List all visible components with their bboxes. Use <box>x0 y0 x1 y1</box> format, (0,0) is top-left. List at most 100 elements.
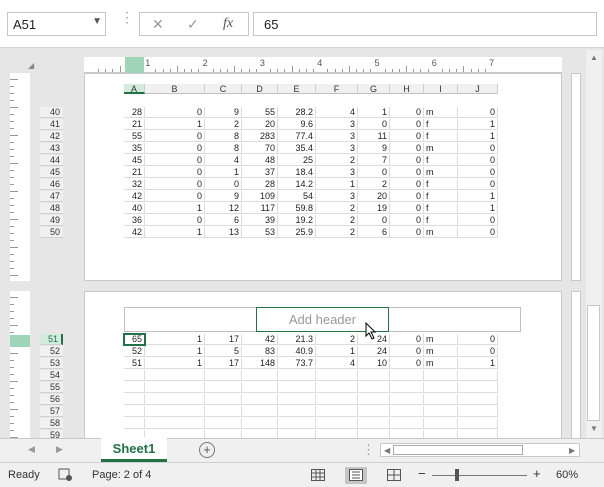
macro-record-icon[interactable] <box>58 467 72 484</box>
row-header[interactable]: 56 <box>40 394 63 405</box>
table-cell[interactable] <box>358 370 390 381</box>
table-cell[interactable] <box>358 394 390 405</box>
table-cell[interactable]: 0 <box>458 143 498 154</box>
table-cell[interactable] <box>390 394 424 405</box>
row-header[interactable]: 43 <box>40 143 63 154</box>
table-cell[interactable]: 0 <box>390 155 424 166</box>
table-cell[interactable]: 35 <box>124 143 145 154</box>
column-header-b[interactable]: B <box>145 84 205 94</box>
row-header[interactable]: 46 <box>40 179 63 190</box>
row-header[interactable]: 58 <box>40 418 63 429</box>
zoom-out-button[interactable]: − <box>418 466 426 481</box>
table-cell[interactable]: 0 <box>145 191 205 202</box>
table-cell[interactable]: 21 <box>124 119 145 130</box>
table-cell[interactable]: 0 <box>458 155 498 166</box>
table-cell[interactable]: 10 <box>358 358 390 369</box>
table-cell[interactable]: 8 <box>205 131 242 142</box>
table-cell[interactable]: 21 <box>124 167 145 178</box>
table-cell[interactable]: 0 <box>390 334 424 345</box>
scroll-up-icon[interactable]: ▲ <box>590 53 598 62</box>
table-cell[interactable] <box>390 382 424 393</box>
table-cell[interactable]: 2 <box>316 155 358 166</box>
table-cell[interactable]: 2 <box>316 334 358 345</box>
table-cell[interactable]: 1 <box>145 358 205 369</box>
cancel-icon[interactable]: ✕ <box>152 16 164 33</box>
table-cell[interactable] <box>278 370 316 381</box>
table-cell[interactable]: 5 <box>205 346 242 357</box>
table-cell[interactable]: 6 <box>358 227 390 238</box>
table-cell[interactable]: 0 <box>358 215 390 226</box>
table-cell[interactable]: 19.2 <box>278 215 316 226</box>
table-cell[interactable] <box>124 418 145 429</box>
zoom-level[interactable]: 60% <box>556 469 578 481</box>
table-cell[interactable]: 1 <box>458 131 498 142</box>
page-break-view-button[interactable] <box>383 467 405 484</box>
vertical-scroll-thumb[interactable] <box>587 305 600 421</box>
table-cell[interactable]: 0 <box>390 358 424 369</box>
table-cell[interactable]: 4 <box>205 155 242 166</box>
table-cell[interactable]: 1 <box>145 346 205 357</box>
table-cell[interactable]: 1 <box>458 203 498 214</box>
row-header[interactable]: 54 <box>40 370 63 381</box>
table-cell[interactable]: 28 <box>242 179 278 190</box>
table-cell[interactable] <box>390 418 424 429</box>
table-cell[interactable]: 8 <box>205 143 242 154</box>
table-cell[interactable]: 70 <box>242 143 278 154</box>
table-cell[interactable] <box>316 418 358 429</box>
chevron-down-icon[interactable]: ▼ <box>92 16 102 27</box>
table-cell[interactable]: 52 <box>124 346 145 357</box>
table-cell[interactable]: 17 <box>205 358 242 369</box>
row-header[interactable]: 40 <box>40 107 63 118</box>
page-layout-view-button[interactable] <box>345 467 367 484</box>
table-cell[interactable]: 73.7 <box>278 358 316 369</box>
tab-sheet1[interactable]: Sheet1 <box>101 437 167 462</box>
table-cell[interactable]: 1 <box>316 179 358 190</box>
normal-view-button[interactable] <box>307 467 329 484</box>
table-cell[interactable] <box>390 406 424 417</box>
table-cell[interactable]: 0 <box>458 334 498 345</box>
table-cell[interactable]: 0 <box>205 179 242 190</box>
table-cell[interactable]: 19 <box>358 203 390 214</box>
table-cell[interactable]: 24 <box>358 346 390 357</box>
horizontal-scroll-thumb[interactable] <box>393 445 523 455</box>
table-cell[interactable]: 109 <box>242 191 278 202</box>
row-header[interactable]: 51 <box>40 334 63 345</box>
table-cell[interactable] <box>242 382 278 393</box>
table-cell[interactable]: 117 <box>242 203 278 214</box>
table-cell[interactable]: 0 <box>358 167 390 178</box>
table-cell[interactable]: f <box>424 179 458 190</box>
table-cell[interactable]: m <box>424 227 458 238</box>
column-header-i[interactable]: I <box>424 84 458 94</box>
table-cell[interactable]: 77.4 <box>278 131 316 142</box>
table-cell[interactable] <box>458 418 498 429</box>
table-cell[interactable]: 40 <box>124 203 145 214</box>
add-sheet-button[interactable]: + <box>199 442 215 458</box>
table-cell[interactable] <box>145 418 205 429</box>
table-cell[interactable]: 1 <box>145 203 205 214</box>
table-cell[interactable]: 1 <box>145 334 205 345</box>
table-cell[interactable]: 18.4 <box>278 167 316 178</box>
table-cell[interactable]: 1 <box>145 119 205 130</box>
column-header-j[interactable]: J <box>458 84 498 94</box>
table-cell[interactable]: 3 <box>316 167 358 178</box>
table-cell[interactable] <box>242 394 278 405</box>
table-cell[interactable]: m <box>424 143 458 154</box>
table-cell[interactable]: 2 <box>316 203 358 214</box>
table-cell[interactable]: 3 <box>316 131 358 142</box>
table-cell[interactable]: 42 <box>124 227 145 238</box>
column-header-a[interactable]: A <box>124 84 145 94</box>
table-cell[interactable] <box>424 418 458 429</box>
table-cell[interactable]: 9.6 <box>278 119 316 130</box>
table-cell[interactable]: 2 <box>358 179 390 190</box>
row-header[interactable]: 50 <box>40 227 63 238</box>
table-cell[interactable]: 40.9 <box>278 346 316 357</box>
table-cell[interactable]: 1 <box>458 119 498 130</box>
table-cell[interactable]: 0 <box>145 107 205 118</box>
table-cell[interactable]: 9 <box>205 191 242 202</box>
table-cell[interactable] <box>242 370 278 381</box>
table-cell[interactable]: 283 <box>242 131 278 142</box>
zoom-slider-thumb[interactable] <box>455 469 459 481</box>
table-cell[interactable]: f <box>424 215 458 226</box>
table-cell[interactable] <box>205 406 242 417</box>
table-cell[interactable]: 2 <box>316 215 358 226</box>
